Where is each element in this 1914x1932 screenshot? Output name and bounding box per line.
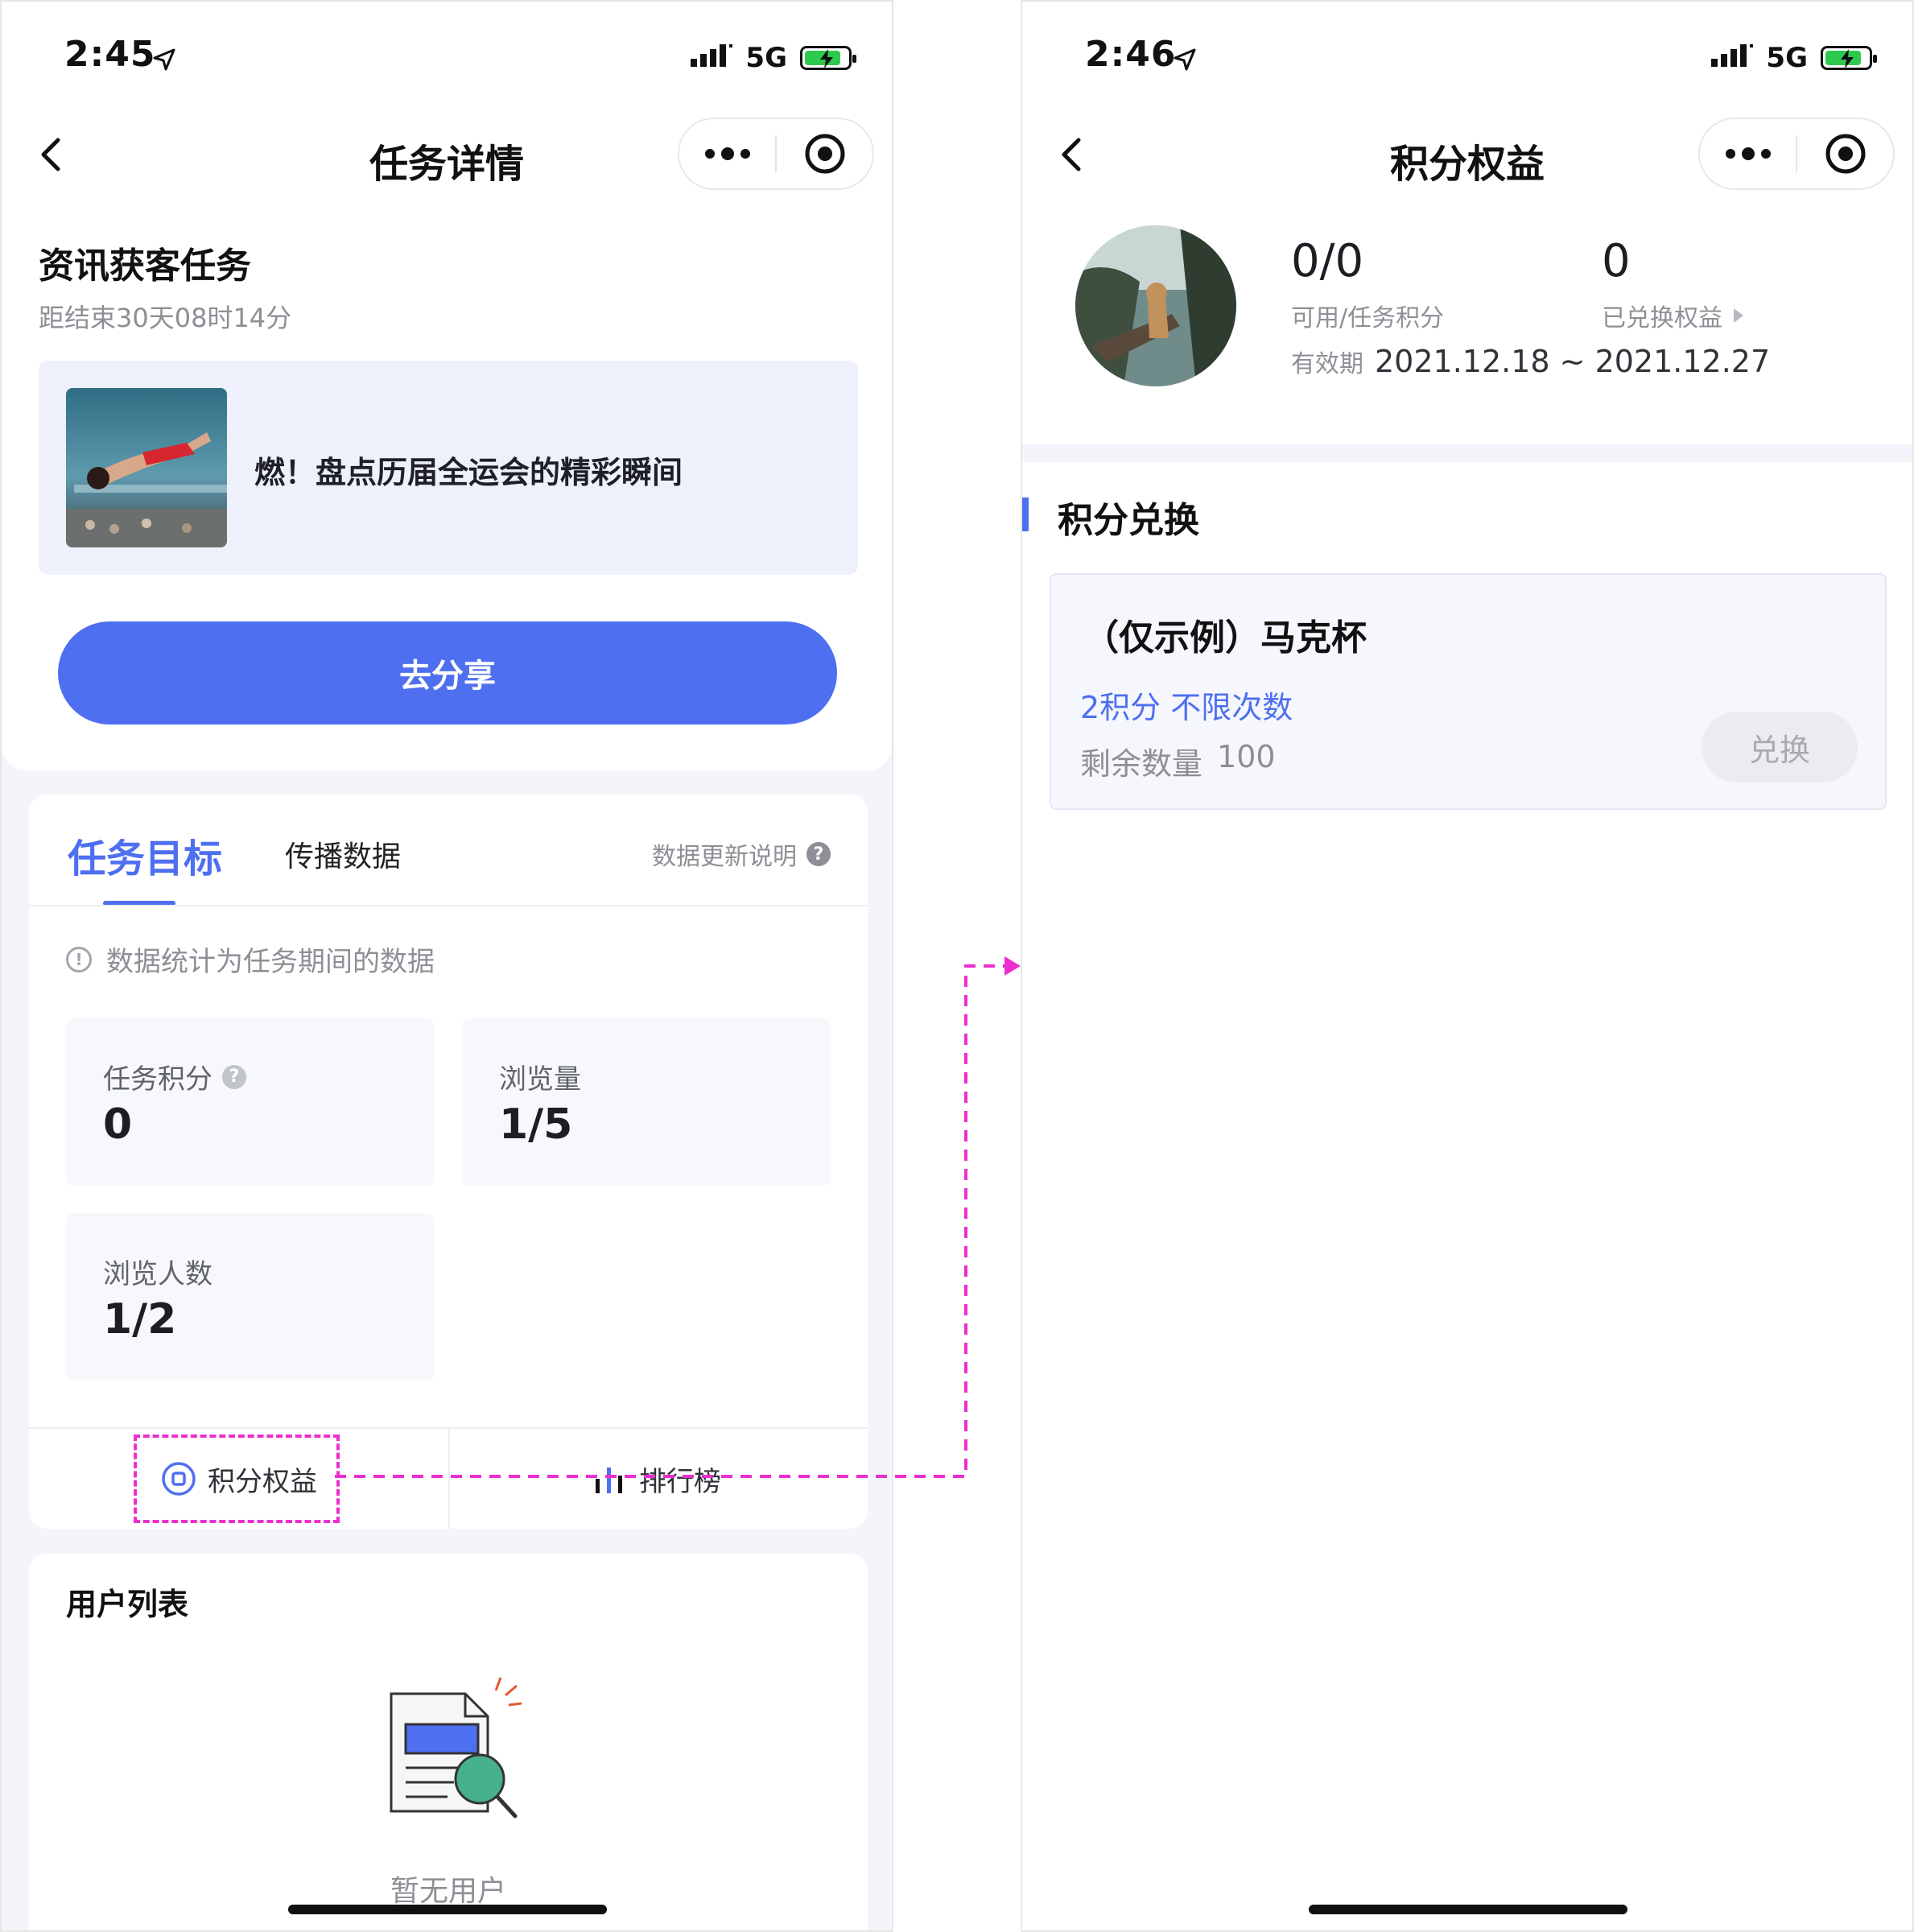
more-button[interactable]: [1700, 119, 1796, 188]
data-update-help[interactable]: 数据更新说明 ?: [652, 836, 831, 872]
status-indicators: 5G: [1711, 40, 1877, 76]
question-icon[interactable]: ?: [222, 1064, 246, 1089]
close-target-icon: [805, 134, 844, 174]
divider: [448, 1429, 450, 1529]
validity-value: 2021.12.18 ~ 2021.12.27: [1375, 344, 1771, 379]
stats-note: ! 数据统计为任务期间的数据: [66, 939, 435, 979]
metric-viewers: 浏览人数 1/2: [66, 1213, 435, 1381]
location-arrow-icon: [1174, 48, 1196, 71]
close-button[interactable]: [1797, 119, 1893, 188]
article-thumbnail: [66, 388, 227, 547]
more-button[interactable]: [679, 119, 775, 188]
signal-icon: [691, 44, 733, 67]
mini-program-capsule: [678, 118, 874, 190]
avatar: [1075, 225, 1236, 386]
metric-value: 0: [103, 1100, 133, 1149]
empty-document-icon: [390, 1677, 522, 1818]
remaining-value: 100: [1217, 739, 1276, 774]
triangle-right-icon: [1734, 308, 1743, 323]
status-time: 2:45: [64, 34, 156, 75]
task-countdown: 距结束30天08时14分: [39, 303, 292, 333]
more-dots-icon: [704, 147, 750, 160]
remaining-label: 剩余数量: [1080, 746, 1203, 782]
mini-program-capsule: [1698, 118, 1895, 190]
tab-task-goal[interactable]: 任务目标: [68, 827, 222, 883]
stats-note-text: 数据统计为任务期间的数据: [106, 946, 435, 978]
redeemed-label: 已兑换权益: [1602, 304, 1722, 332]
home-indicator: [1309, 1905, 1627, 1914]
close-target-icon: [1825, 134, 1865, 174]
user-list-title: 用户列表: [66, 1587, 189, 1622]
location-arrow-icon: [153, 48, 175, 71]
article-title: 燃！盘点历届全运会的精彩瞬间: [254, 455, 683, 490]
battery-charging-icon: [800, 46, 856, 70]
stats-card: 任务目标 传播数据 数据更新说明 ? ! 数据统计为任务期间的数据 任务积分 ?…: [29, 795, 868, 1529]
tab-spread-data[interactable]: 传播数据: [285, 833, 401, 875]
nav-bar: 积分权益: [1022, 114, 1912, 195]
validity-label: 有效期: [1291, 350, 1363, 378]
reward-name: （仅示例）马克杯: [1083, 617, 1367, 658]
ranking-label: 排行榜: [639, 1465, 721, 1498]
section-title: 积分兑换: [1058, 500, 1199, 541]
metric-task-points: 任务积分 ? 0: [66, 1018, 435, 1186]
ranking-icon: [596, 1468, 622, 1493]
divider: [29, 905, 868, 906]
points-value: 0/0: [1291, 235, 1364, 287]
metric-value: 1/2: [103, 1295, 177, 1344]
metric-label: 任务积分 ?: [103, 1057, 246, 1096]
more-dots-icon: [1725, 147, 1771, 160]
network-label: 5G: [745, 42, 787, 74]
redeem-button[interactable]: 兑换: [1702, 712, 1858, 782]
battery-charging-icon: [1821, 46, 1877, 70]
reward-cost: 2积分 不限次数: [1080, 690, 1293, 725]
metric-label: 浏览人数: [103, 1258, 212, 1290]
status-time: 2:46: [1085, 34, 1177, 75]
article-card[interactable]: 燃！盘点历届全运会的精彩瞬间: [39, 361, 858, 575]
data-update-help-label: 数据更新说明: [652, 843, 797, 871]
close-button[interactable]: [777, 119, 872, 188]
highlight-box: [134, 1435, 340, 1523]
status-indicators: 5G: [691, 40, 856, 76]
points-label: 可用/任务积分: [1291, 304, 1445, 332]
status-bar: 2:45 5G: [2, 2, 892, 114]
share-button[interactable]: 去分享: [58, 621, 837, 724]
left-screen: 2:45 5G 任务详情 资讯获客任务 距结束30天08时14分 燃！盘点历届全…: [0, 0, 893, 1932]
home-indicator: [288, 1905, 607, 1914]
metric-label-text: 任务积分: [103, 1063, 212, 1096]
reward-card: （仅示例）马克杯 2积分 不限次数 剩余数量 100 兑换: [1050, 573, 1887, 810]
question-icon: ?: [806, 842, 831, 866]
signal-icon: [1711, 44, 1754, 67]
reward-remaining: 剩余数量 100: [1080, 739, 1276, 783]
section-separator: [1022, 444, 1912, 462]
user-list-card: 用户列表 暂无用户: [29, 1554, 868, 1930]
metric-views: 浏览量 1/5: [462, 1018, 831, 1186]
validity: 有效期 2021.12.18 ~ 2021.12.27: [1291, 344, 1770, 379]
metric-label: 浏览量: [499, 1063, 581, 1096]
metric-value: 1/5: [499, 1100, 573, 1149]
info-icon: !: [66, 946, 92, 972]
network-label: 5G: [1766, 42, 1808, 74]
redeemed-benefits-link[interactable]: 已兑换权益: [1602, 298, 1745, 333]
redeemed-value: 0: [1602, 235, 1631, 287]
section-accent: [1022, 497, 1029, 531]
right-screen: 2:46 5G 积分权益 0/0 可用/任务积分 0 已兑换权益 有效期 202…: [1021, 0, 1914, 1932]
status-bar: 2:46 5G: [1022, 2, 1912, 114]
nav-bar: 任务详情: [2, 114, 892, 195]
empty-state-text: 暂无用户: [390, 1875, 506, 1908]
ranking-button[interactable]: 排行榜: [592, 1439, 721, 1519]
task-title: 资讯获客任务: [39, 246, 251, 287]
